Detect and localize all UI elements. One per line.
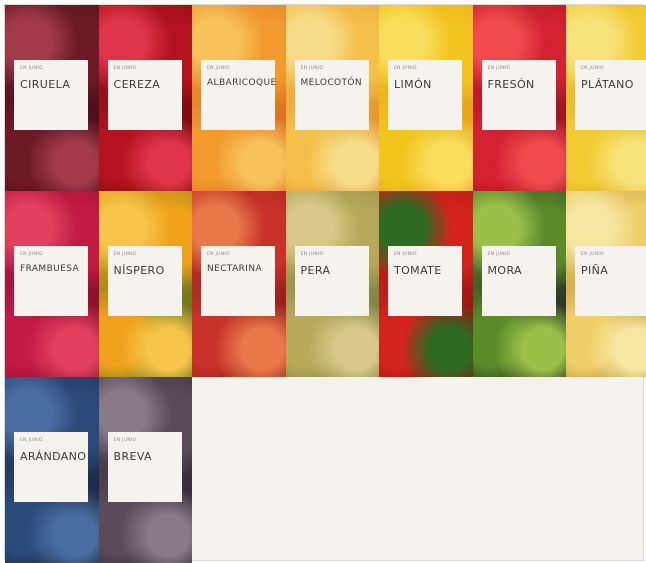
season-tag: EN JUNIO xyxy=(487,66,511,71)
fruit-name: FRESÓN xyxy=(487,77,535,91)
fruit-name: BREVA xyxy=(113,449,152,463)
season-tag: EN JUNIO xyxy=(581,252,604,257)
fruit-tile-frambuesa[interactable]: EN JUNIO FRAMBUESA xyxy=(5,191,99,377)
season-tag: EN JUNIO xyxy=(487,252,511,257)
fruit-card: EN JUNIO PLÁTANO xyxy=(575,60,646,130)
fruit-name: TOMATE xyxy=(394,263,442,277)
fruit-tile-melocoton[interactable]: EN JUNIO MELOCOTÓN xyxy=(285,5,379,191)
season-tag: EN JUNIO xyxy=(207,252,230,257)
fruit-name: LIMÓN xyxy=(394,77,432,91)
fruit-card: EN JUNIO CEREZA xyxy=(107,60,182,130)
fruit-card: EN JUNIO PERA xyxy=(294,246,369,316)
fruit-tile-nectarina[interactable]: EN JUNIO NECTARINA xyxy=(192,191,286,377)
fruit-name: MELOCOTÓN xyxy=(300,77,363,88)
fruit-tile-breva[interactable]: EN JUNIO BREVA xyxy=(98,377,192,563)
season-tag: EN JUNIO xyxy=(113,438,137,443)
fruit-name: PIÑA xyxy=(581,263,609,277)
fruit-tile-nispero[interactable]: EN JUNIO NÍSPERO xyxy=(98,191,192,377)
fruit-card: EN JUNIO ALBARICOQUE xyxy=(201,60,277,130)
fruit-card: EN JUNIO NECTARINA xyxy=(201,246,275,316)
fruit-name: NECTARINA xyxy=(207,263,263,274)
fruit-name: MORA xyxy=(487,263,522,277)
fruit-card: EN JUNIO FRAMBUESA xyxy=(14,246,88,316)
fruit-tile-tomate[interactable]: EN JUNIO TOMATE xyxy=(379,191,473,377)
fruit-card: EN JUNIO TOMATE xyxy=(388,246,462,316)
fruit-tile-pina[interactable]: EN JUNIO PIÑA xyxy=(566,191,646,377)
season-tag: EN JUNIO xyxy=(113,66,137,71)
fruit-grid: EN JUNIO CIRUELA EN JUNIO CEREZA EN JUNI… xyxy=(5,5,646,563)
season-tag: EN JUNIO xyxy=(394,252,417,257)
fruit-name: CEREZA xyxy=(113,77,161,91)
fruit-tile-mora[interactable]: EN JUNIO MORA xyxy=(472,191,566,377)
fruit-name: FRAMBUESA xyxy=(20,263,80,274)
fruit-card: EN JUNIO ARÁNDANO xyxy=(14,432,88,502)
fruit-card: EN JUNIO BREVA xyxy=(107,432,182,502)
fruit-tile-albaricoque[interactable]: EN JUNIO ALBARICOQUE xyxy=(192,5,286,191)
fruit-tile-pera[interactable]: EN JUNIO PERA xyxy=(285,191,379,377)
fruit-tile-cereza[interactable]: EN JUNIO CEREZA xyxy=(98,5,192,191)
fruit-card: EN JUNIO MORA xyxy=(481,246,556,316)
fruit-name: PERA xyxy=(300,263,331,277)
season-tag: EN JUNIO xyxy=(20,438,43,443)
season-tag: EN JUNIO xyxy=(581,66,604,71)
season-tag: EN JUNIO xyxy=(394,66,417,71)
fruit-tile-freson[interactable]: EN JUNIO FRESÓN xyxy=(472,5,566,191)
fruit-card: EN JUNIO LIMÓN xyxy=(388,60,462,130)
fruit-tile-limon[interactable]: EN JUNIO LIMÓN xyxy=(379,5,473,191)
season-tag: EN JUNIO xyxy=(20,66,43,71)
fruit-card: EN JUNIO NÍSPERO xyxy=(107,246,182,316)
fruit-name: ALBARICOQUE xyxy=(207,77,277,88)
season-tag: EN JUNIO xyxy=(300,252,324,257)
fruit-card: EN JUNIO PIÑA xyxy=(575,246,646,316)
fruit-name: NÍSPERO xyxy=(113,263,165,277)
fruit-tile-arandano[interactable]: EN JUNIO ARÁNDANO xyxy=(5,377,99,563)
season-tag: EN JUNIO xyxy=(300,66,324,71)
fruit-card: EN JUNIO FRESÓN xyxy=(481,60,556,130)
fruit-tile-platano[interactable]: EN JUNIO PLÁTANO xyxy=(566,5,646,191)
fruit-name: PLÁTANO xyxy=(581,77,634,91)
season-tag: EN JUNIO xyxy=(20,252,43,257)
fruit-card: EN JUNIO MELOCOTÓN xyxy=(294,60,369,130)
fruit-tile-ciruela[interactable]: EN JUNIO CIRUELA xyxy=(5,5,99,191)
fruit-name: ARÁNDANO xyxy=(20,449,87,463)
season-tag: EN JUNIO xyxy=(113,252,137,257)
season-tag: EN JUNIO xyxy=(207,66,230,71)
fruit-card: EN JUNIO CIRUELA xyxy=(14,60,88,130)
fruit-name: CIRUELA xyxy=(20,77,71,91)
fruit-calendar-panel: EN JUNIO CIRUELA EN JUNIO CEREZA EN JUNI… xyxy=(4,4,646,563)
